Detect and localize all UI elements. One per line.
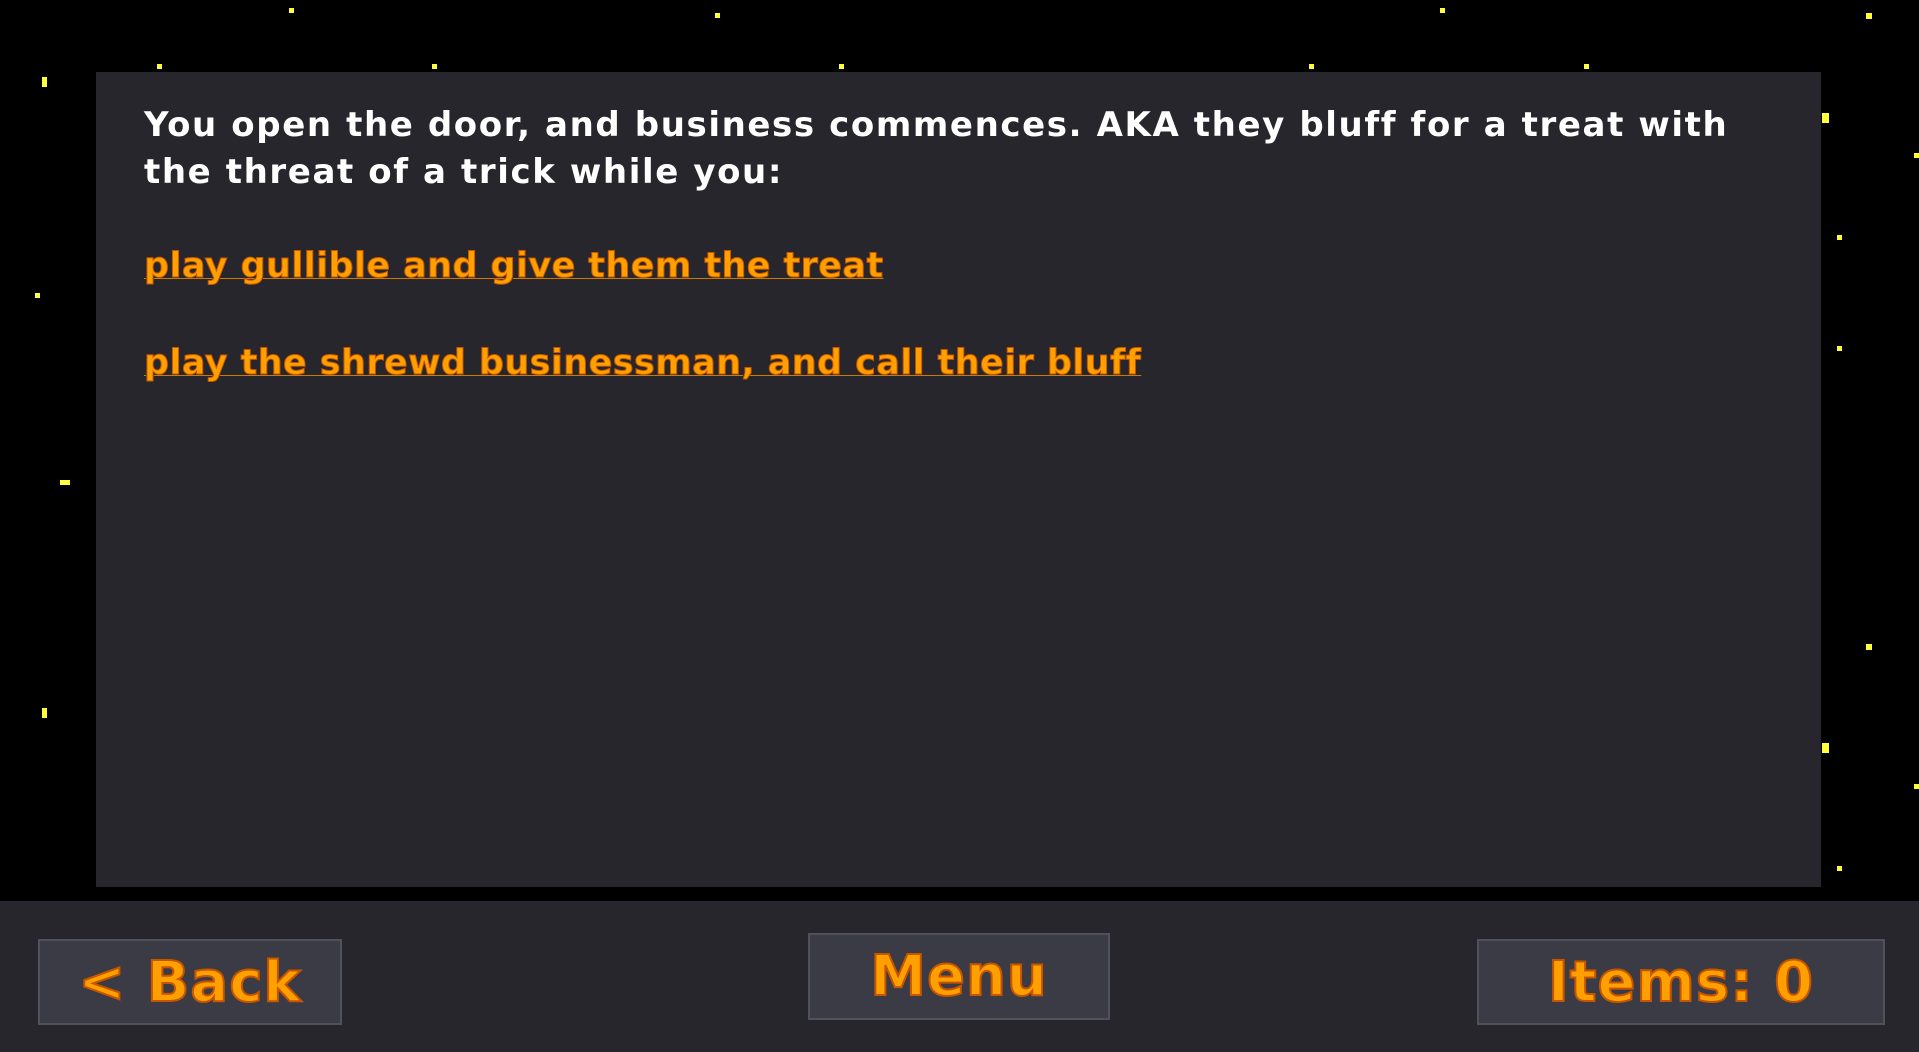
star — [715, 13, 720, 18]
story-text: You open the door, and business commence… — [144, 105, 1729, 192]
choice-list: play gullible and give them the treat pl… — [143, 244, 1773, 438]
menu-button[interactable]: Menu — [808, 933, 1110, 1020]
star — [1584, 64, 1589, 69]
star — [35, 293, 40, 298]
star — [1866, 13, 1872, 19]
choice-item: play gullible and give them the treat — [144, 244, 1773, 341]
back-button[interactable]: < Back — [38, 939, 342, 1025]
star — [157, 64, 162, 69]
items-button[interactable]: Items: 0 — [1477, 939, 1885, 1025]
star — [1440, 8, 1445, 13]
star — [60, 480, 70, 485]
star — [1822, 113, 1829, 123]
star — [839, 64, 844, 69]
star — [1866, 644, 1872, 650]
star — [432, 64, 437, 69]
star — [289, 8, 294, 13]
star — [1837, 866, 1842, 871]
star — [1914, 153, 1919, 158]
bottom-nav-bar: < Back Menu Items: 0 — [0, 901, 1919, 1052]
star — [1914, 784, 1919, 789]
star — [1837, 346, 1842, 351]
star — [42, 708, 47, 718]
star — [1822, 743, 1829, 753]
star — [1309, 64, 1314, 69]
choice-item: play the shrewd businessman, and call th… — [143, 341, 1773, 438]
star — [1837, 235, 1842, 240]
choice-link-call-bluff[interactable]: play the shrewd businessman, and call th… — [143, 341, 1141, 385]
choice-link-give-treat[interactable]: play gullible and give them the treat — [144, 244, 884, 288]
star — [42, 77, 47, 87]
story-panel: You open the door, and business commence… — [96, 72, 1821, 887]
